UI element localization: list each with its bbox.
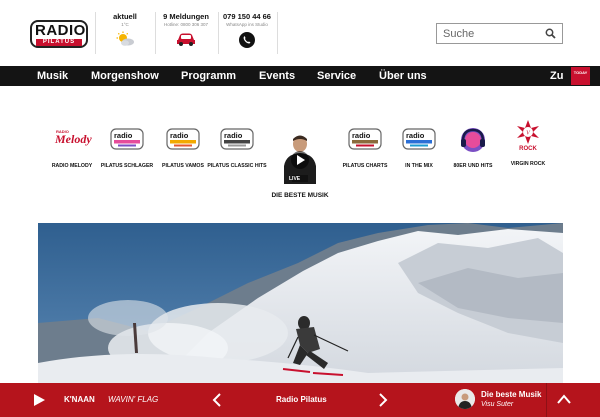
nav-item-service[interactable]: Service: [317, 69, 356, 83]
station-label: DIE BESTE MUSIK: [271, 192, 329, 199]
traffic-label: 9 Meldungen: [163, 12, 209, 21]
svg-text:radio: radio: [114, 131, 133, 140]
nav-zu-link[interactable]: Zu: [550, 69, 563, 83]
chevron-up-icon[interactable]: [557, 393, 571, 405]
main-nav: Musik Morgenshow Programm Events Service…: [0, 66, 600, 86]
whatsapp-number: 079 150 44 66: [223, 12, 271, 21]
traffic-hotline: Hotline: 0800 306 307: [163, 22, 209, 27]
audio-player-bar: K'NAAN WAVIN' FLAG Radio Pilatus Die bes…: [0, 383, 600, 417]
car-icon: [177, 33, 195, 46]
station-label: PILATUS CLASSIC HITS: [207, 163, 267, 169]
in-the-mix-logo-icon: radio: [402, 128, 436, 150]
svg-text:ROCK: ROCK: [519, 146, 537, 152]
header-divider: [277, 12, 278, 54]
station-label: VIRGIN ROCK: [510, 161, 546, 167]
station-radio-melody[interactable]: Melody RADIO RADIO MELODY: [46, 126, 98, 169]
play-icon[interactable]: [32, 393, 46, 407]
station-pilatus-charts[interactable]: radio PILATUS CHARTS: [340, 126, 390, 169]
skier-photo: [38, 223, 563, 383]
svg-text:radio: radio: [406, 131, 425, 140]
station-die-beste-musik[interactable]: LIVE DIE BESTE MUSIK: [266, 132, 334, 199]
svg-text:radio: radio: [170, 131, 189, 140]
nav-item-musik[interactable]: Musik: [37, 69, 68, 83]
station-label: PILATUS CHARTS: [342, 163, 388, 169]
nav-item-ueber-uns[interactable]: Über uns: [379, 69, 427, 83]
svg-text:Melody: Melody: [54, 132, 92, 146]
weather-widget[interactable]: aktuell 1°C: [106, 12, 144, 47]
host-name: Visu Suter: [481, 401, 514, 408]
station-pilatus-schlager[interactable]: radio PILATUS SCHLAGER: [100, 126, 154, 169]
host-photo-icon: [455, 389, 475, 409]
now-playing-artist: K'NAAN: [64, 395, 95, 404]
melody-logo-icon: Melody RADIO: [54, 129, 92, 146]
header-divider: [155, 12, 156, 54]
station-label: PILATUS SCHLAGER: [100, 163, 154, 169]
hero-image-skier[interactable]: [38, 223, 563, 383]
weather-temp: 1°C: [121, 22, 129, 27]
station-carousel: Melody RADIO RADIO MELODY radio PILATUS …: [0, 120, 600, 199]
nav-item-programm[interactable]: Programm: [181, 69, 236, 83]
nav-item-morgenshow[interactable]: Morgenshow: [91, 69, 159, 83]
whatsapp-sub: WhatsApp ins Studio: [226, 22, 268, 27]
station-virgin-rock[interactable]: V ROCK VIRGIN ROCK: [506, 118, 550, 167]
svg-text:RADIO: RADIO: [56, 129, 69, 134]
current-station-name: Radio Pilatus: [276, 395, 327, 404]
show-name: Die beste Musik: [481, 390, 542, 399]
whatsapp-widget[interactable]: 079 150 44 66 WhatsApp ins Studio: [222, 12, 272, 49]
header-divider: [218, 12, 219, 54]
radio-pilatus-logo[interactable]: RADIO PILATUS: [30, 20, 88, 48]
whatsapp-icon: [239, 32, 255, 48]
site-header: RADIO PILATUS aktuell 1°C 9 Meldungen Ho…: [0, 0, 600, 66]
svg-text:radio: radio: [224, 131, 243, 140]
headphones-logo-icon: [461, 128, 485, 152]
chevron-right-icon[interactable]: [378, 392, 388, 408]
station-in-the-mix[interactable]: radio IN THE MIX: [396, 126, 442, 169]
nav-item-events[interactable]: Events: [259, 69, 295, 83]
host-avatar: [455, 389, 475, 409]
station-label: RADIO MELODY: [51, 163, 93, 169]
today-badge[interactable]: TODAY: [571, 67, 590, 85]
station-label: PILATUS VAMOS: [162, 163, 204, 169]
header-divider: [95, 12, 96, 54]
traffic-widget[interactable]: 9 Meldungen Hotline: 0800 306 307: [160, 12, 212, 47]
pilatus-vamos-logo-icon: radio: [166, 128, 200, 150]
station-pilatus-vamos[interactable]: radio PILATUS VAMOS: [156, 126, 210, 169]
station-label: 80ER UND HITS: [453, 163, 493, 169]
pilatus-classic-hits-logo-icon: radio: [220, 128, 254, 150]
now-playing-title: WAVIN' FLAG: [108, 395, 159, 404]
live-badge: LIVE: [289, 176, 301, 182]
pilatus-charts-logo-icon: radio: [348, 128, 382, 150]
logo-text: RADIO: [35, 22, 86, 39]
station-label: IN THE MIX: [405, 163, 433, 169]
search-placeholder: Suche: [443, 28, 475, 40]
search-input[interactable]: Suche: [436, 23, 563, 44]
pilatus-schlager-logo-icon: radio: [110, 128, 144, 150]
sun-cloud-icon: [116, 31, 134, 46]
station-80er-und-hits[interactable]: 80ER UND HITS: [448, 126, 498, 169]
search-icon[interactable]: [545, 28, 556, 39]
page: RADIO PILATUS aktuell 1°C 9 Meldungen Ho…: [0, 0, 600, 417]
svg-text:radio: radio: [352, 131, 371, 140]
logo-subtext: PILATUS: [36, 39, 82, 46]
station-pilatus-classic-hits[interactable]: radio PILATUS CLASSIC HITS: [206, 126, 268, 169]
weather-label: aktuell: [113, 12, 137, 21]
player-divider: [546, 383, 547, 417]
virgin-rock-logo-icon: V ROCK: [517, 120, 539, 152]
chevron-left-icon[interactable]: [212, 392, 222, 408]
